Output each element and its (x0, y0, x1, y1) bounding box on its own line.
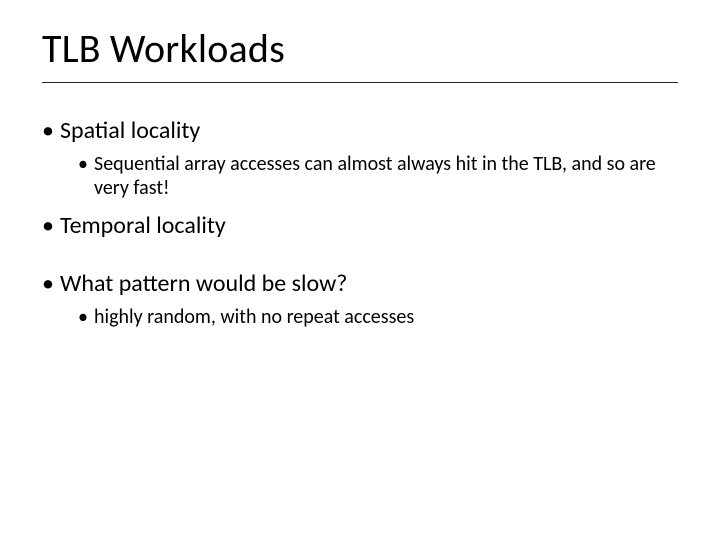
slide-body: • Spatial locality • Sequential array ac… (42, 116, 678, 339)
title-divider (42, 82, 678, 83)
bullet-dot-icon: • (42, 211, 60, 241)
bullet-text: Sequential array accesses can almost alw… (94, 152, 678, 201)
bullet-dot-icon: • (42, 269, 60, 299)
bullet-level2: • Sequential array accesses can almost a… (78, 152, 678, 201)
bullet-text: What pattern would be slow? (60, 269, 678, 299)
spacer (42, 247, 678, 269)
slide-title: TLB Workloads (42, 24, 285, 73)
bullet-level1: • Temporal locality (42, 211, 678, 241)
bullet-level2: • highly random, with no repeat accesses (78, 305, 678, 329)
bullet-text: Temporal locality (60, 211, 678, 241)
slide: TLB Workloads • Spatial locality • Seque… (0, 0, 720, 540)
bullet-dot-icon: • (42, 116, 60, 146)
bullet-text: Spatial locality (60, 116, 678, 146)
bullet-text: highly random, with no repeat accesses (94, 305, 678, 329)
bullet-level1: • Spatial locality (42, 116, 678, 146)
bullet-dot-icon: • (78, 305, 94, 329)
bullet-dot-icon: • (78, 152, 94, 176)
bullet-level1: • What pattern would be slow? (42, 269, 678, 299)
